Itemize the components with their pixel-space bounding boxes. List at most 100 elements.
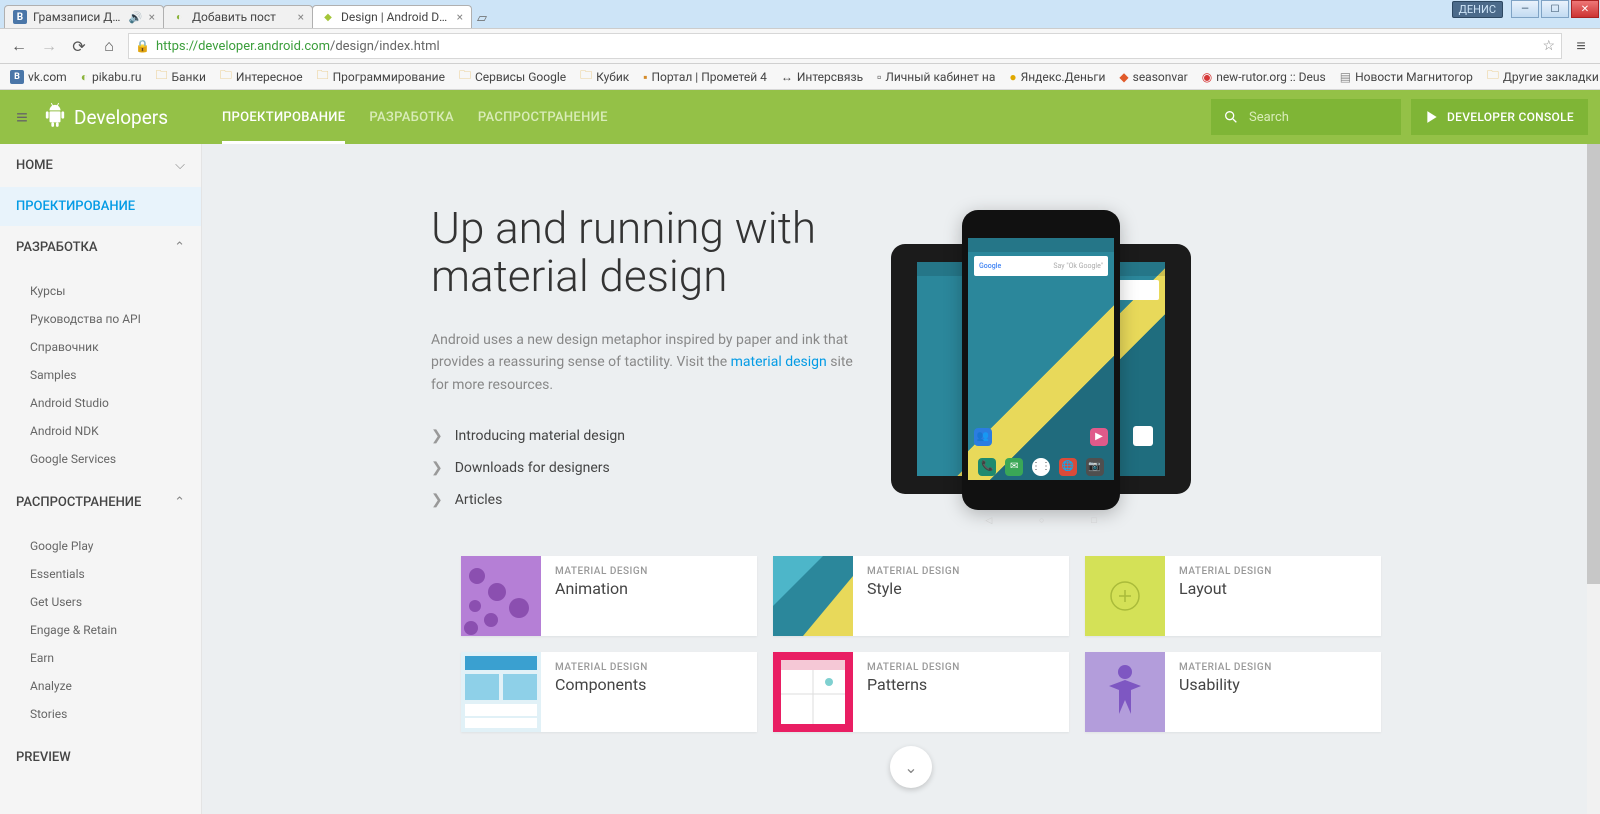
card-style[interactable]: MATERIAL DESIGNStyle xyxy=(773,556,1069,636)
url-path-part: /design/index.html xyxy=(330,39,440,54)
sidebar-item[interactable]: Руководства по API xyxy=(0,305,201,333)
hamburger-button[interactable]: ≡ xyxy=(0,105,44,130)
card-animation[interactable]: MATERIAL DESIGNAnimation xyxy=(461,556,757,636)
bookmark-item[interactable]: 🗀Сервисы Google xyxy=(455,64,570,89)
nav-develop[interactable]: РАЗРАБОТКА xyxy=(369,91,454,144)
bookmark-item[interactable]: 🗀Интересное xyxy=(216,64,307,89)
close-button[interactable]: ✕ xyxy=(1571,0,1599,18)
sidebar-home[interactable]: HOME ⌵ xyxy=(0,144,201,187)
bookmark-item[interactable]: 🗀Кубик xyxy=(576,64,633,89)
pikabu-icon: ◐ xyxy=(81,70,88,84)
vk-icon: B xyxy=(10,70,24,84)
bookmark-item[interactable]: ↔Интерсвязь xyxy=(777,68,867,86)
hero-link[interactable]: ❯Introducing material design xyxy=(431,420,861,452)
username-box[interactable]: ДЕНИС xyxy=(1452,1,1503,18)
card-usability[interactable]: MATERIAL DESIGNUsability xyxy=(1085,652,1381,732)
material-design-link[interactable]: material design xyxy=(731,354,827,370)
link-icon: ↔ xyxy=(781,70,793,84)
sidebar-item[interactable]: Google Play xyxy=(0,532,201,560)
app-icon: 👥 xyxy=(974,428,992,446)
tab-audio-icon[interactable]: 🔊 xyxy=(129,11,143,24)
bookmark-item[interactable]: 🗀Программирование xyxy=(313,64,449,89)
home-button[interactable]: ⌂ xyxy=(98,35,120,57)
card-patterns[interactable]: MATERIAL DESIGNPatterns xyxy=(773,652,1069,732)
main-content: Up and running with material design Andr… xyxy=(202,90,1600,814)
chevron-down-icon: ⌵ xyxy=(175,158,185,173)
nav-distribute[interactable]: РАСПРОСТРАНЕНИЕ xyxy=(478,91,608,144)
maximize-button[interactable]: ☐ xyxy=(1541,0,1569,18)
hero-title: Up and running with material design xyxy=(431,204,861,301)
tab-close-icon[interactable]: × xyxy=(298,10,304,24)
folder-icon: 🗀 xyxy=(1487,66,1499,87)
sidebar-item[interactable]: Essentials xyxy=(0,560,201,588)
sidebar-active-item[interactable]: ПРОЕКТИРОВАНИЕ xyxy=(0,187,201,226)
sidebar-develop-head[interactable]: РАЗРАБОТКА ⌃ xyxy=(0,226,201,269)
sidebar-item[interactable]: Samples xyxy=(0,361,201,389)
tab-close-icon[interactable]: × xyxy=(149,10,155,24)
site-header: ≡ Developers ПРОЕКТИРОВАНИЕ РАЗРАБОТКА Р… xyxy=(0,90,1600,144)
bookmark-item[interactable]: 🗀Банки xyxy=(151,64,209,89)
scroll-down-button[interactable]: ⌄ xyxy=(890,746,932,788)
minimize-button[interactable]: — xyxy=(1511,0,1539,18)
sidebar-item[interactable]: Engage & Retain xyxy=(0,616,201,644)
tab-title: Грамзаписи Дениса С xyxy=(33,10,123,24)
reload-button[interactable]: ⟳ xyxy=(68,35,90,57)
hero-link[interactable]: ❯Downloads for designers xyxy=(431,452,861,484)
page-scrollbar[interactable] xyxy=(1587,144,1600,814)
sidebar-item[interactable]: Earn xyxy=(0,644,201,672)
sidebar-item[interactable]: Google Services xyxy=(0,445,201,473)
bookmark-item[interactable]: ▪Портал | Прометей 4 xyxy=(639,68,771,86)
tab-title: Design | Android Develop xyxy=(341,10,451,24)
sidebar-item[interactable]: Analyze xyxy=(0,672,201,700)
browser-tab-active[interactable]: ◆ Design | Android Develop × xyxy=(312,5,472,28)
app-icon: ▶ xyxy=(1090,428,1108,446)
bookmark-item[interactable]: ◉new-rutor.org :: Deus xyxy=(1198,68,1330,86)
app-icon: 🌐 xyxy=(1059,458,1077,476)
app-icon: 📞 xyxy=(978,458,996,476)
app-icon: ✉ xyxy=(1005,458,1023,476)
folder-icon: 🗀 xyxy=(580,66,592,87)
bookmark-item[interactable]: ◆seasonvar xyxy=(1115,68,1191,86)
card-components[interactable]: MATERIAL DESIGNComponents xyxy=(461,652,757,732)
android-icon: ◆ xyxy=(321,10,335,24)
scrollbar-thumb[interactable] xyxy=(1587,144,1600,584)
tab-close-icon[interactable]: × xyxy=(457,10,463,24)
address-bar[interactable]: 🔒 https://developer.android.com/design/i… xyxy=(128,33,1562,59)
folder-icon: 🗀 xyxy=(459,66,471,87)
hero-link[interactable]: ❯Articles xyxy=(431,484,861,516)
search-box[interactable]: Search xyxy=(1211,99,1401,135)
bookmarks-bar: Bvk.com ◐pikabu.ru 🗀Банки 🗀Интересное 🗀П… xyxy=(0,64,1600,90)
sidebar-preview[interactable]: PREVIEW xyxy=(0,736,201,779)
hero-devices-image: Google ▶ ⋮⋮ ▶ GoogleSay "Ok Google" 👥 xyxy=(881,204,1201,516)
bookmark-item[interactable]: ◐pikabu.ru xyxy=(77,68,146,86)
card-layout[interactable]: MATERIAL DESIGNLayout xyxy=(1085,556,1381,636)
sidebar-item[interactable]: Справочник xyxy=(0,333,201,361)
sidebar-item[interactable]: Stories xyxy=(0,700,201,728)
page-icon: ▫ xyxy=(877,70,881,84)
seasonvar-icon: ◆ xyxy=(1119,70,1128,84)
brand-label: Developers xyxy=(74,106,168,129)
bookmark-item[interactable]: ▤Новости Магнитогор xyxy=(1336,68,1477,86)
sidebar-distribute-head[interactable]: РАСПРОСТРАНЕНИЕ ⌃ xyxy=(0,481,201,524)
bookmark-item[interactable]: Bvk.com xyxy=(6,68,71,86)
sidebar-item[interactable]: Android NDK xyxy=(0,417,201,445)
bookmark-item[interactable]: ▫Личный кабинет на xyxy=(873,68,999,86)
chrome-menu-button[interactable]: ≡ xyxy=(1570,36,1592,56)
brand[interactable]: Developers xyxy=(44,102,168,133)
browser-tab[interactable]: B Грамзаписи Дениса С 🔊 × xyxy=(4,5,164,28)
nav-design[interactable]: ПРОЕКТИРОВАНИЕ xyxy=(222,91,345,144)
developer-console-button[interactable]: DEVELOPER CONSOLE xyxy=(1411,99,1588,135)
sidebar-item[interactable]: Курсы xyxy=(0,277,201,305)
forward-button[interactable]: → xyxy=(38,35,60,57)
other-bookmarks-button[interactable]: 🗀Другие закладки xyxy=(1483,64,1600,89)
sidebar-item[interactable]: Android Studio xyxy=(0,389,201,417)
bookmark-item[interactable]: ●Яндекс.Деньги xyxy=(1005,68,1109,86)
bookmark-star-icon[interactable]: ☆ xyxy=(1542,38,1555,54)
sidebar-item[interactable]: Get Users xyxy=(0,588,201,616)
new-tab-button[interactable]: ▱ xyxy=(471,8,493,28)
browser-tab[interactable]: ◐ Добавить пост × xyxy=(163,5,313,28)
back-button[interactable]: ← xyxy=(8,35,30,57)
card-thumb-layout xyxy=(1085,556,1165,636)
hero-lead: Android uses a new design metaphor inspi… xyxy=(431,329,861,396)
chevron-up-icon: ⌃ xyxy=(174,240,185,255)
